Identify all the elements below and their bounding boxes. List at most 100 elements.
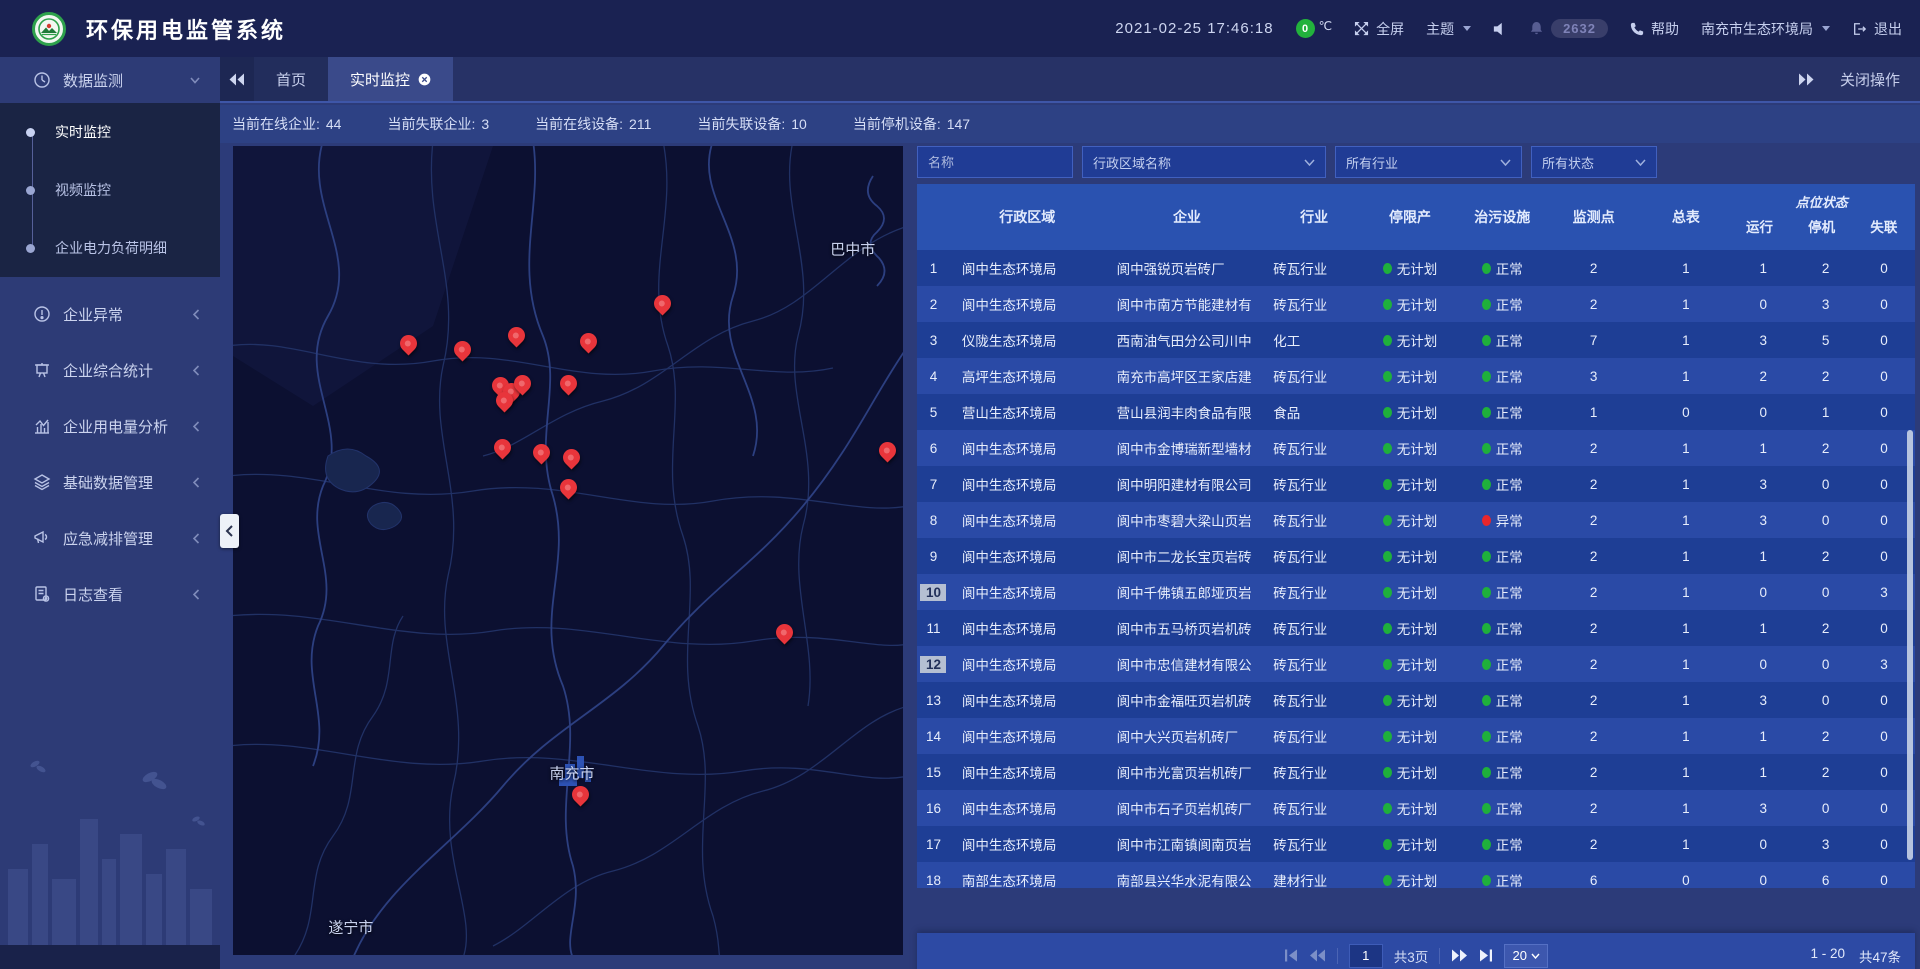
status-filter-select[interactable]: 所有状态 xyxy=(1531,146,1657,178)
mute-button[interactable] xyxy=(1493,22,1507,36)
notifications[interactable]: 2632 xyxy=(1529,19,1608,38)
theme-dropdown[interactable]: 主题 xyxy=(1426,19,1471,39)
table-row-11[interactable]: 12 阆中生态环境局 阆中市忠信建材有限公 砖瓦行业 无计划 正常 2 1 0 … xyxy=(917,646,1915,682)
status-dot-green-icon xyxy=(1383,263,1392,274)
cell-stopped: 0 xyxy=(1798,585,1853,600)
stat-item-3: 当前失联设备 10 xyxy=(697,114,806,134)
layers-icon xyxy=(33,473,51,491)
cell-industry: 砖瓦行业 xyxy=(1269,582,1359,602)
sidebar-item-1[interactable]: 企业异常 xyxy=(0,286,220,342)
sidebar-subitem-0[interactable]: 实时监控 xyxy=(0,103,220,161)
table-row-3[interactable]: 4 高坪生态环境局 南充市高坪区王家店建 砖瓦行业 无计划 正常 3 1 2 2… xyxy=(917,358,1915,394)
exit-icon xyxy=(1852,22,1867,36)
tabs-scroll-left-button[interactable] xyxy=(220,57,254,101)
cell-company: 阆中市忠信建材有限公 xyxy=(1105,654,1270,674)
status-dot-red-icon xyxy=(1482,515,1491,526)
prev-page-button[interactable] xyxy=(1309,949,1326,962)
table-row-2[interactable]: 3 仪陇生态环境局 西南油气田分公司川中 化工 无计划 正常 7 1 3 5 0 xyxy=(917,322,1915,358)
cell-stopped: 2 xyxy=(1798,621,1853,636)
cell-stopped: 6 xyxy=(1798,873,1853,888)
cell-total-meters: 1 xyxy=(1643,585,1728,600)
megaphone-icon xyxy=(33,529,51,547)
last-page-button[interactable] xyxy=(1479,949,1493,962)
table-row-17[interactable]: 18 南部生态环境局 南部县兴华水泥有限公 建材行业 无计划 正常 6 0 0 … xyxy=(917,862,1915,888)
table-row-13[interactable]: 14 阆中生态环境局 阆中大兴页岩机砖厂 砖瓦行业 无计划 正常 2 1 1 2… xyxy=(917,718,1915,754)
sidebar-item-4[interactable]: 基础数据管理 xyxy=(0,454,220,510)
table-row-6[interactable]: 7 阆中生态环境局 阆中明阳建材有限公司 砖瓦行业 无计划 正常 2 1 3 0… xyxy=(917,466,1915,502)
cell-stopped: 3 xyxy=(1798,297,1853,312)
cell-offline: 0 xyxy=(1853,333,1915,348)
col-facility: 治污设施 xyxy=(1461,184,1544,250)
status-dot-green-icon xyxy=(1482,479,1491,490)
user-org-dropdown[interactable]: 南充市生态环境局 xyxy=(1701,19,1830,39)
cell-total-meters: 1 xyxy=(1643,261,1728,276)
sidebar-item-3[interactable]: 企业用电量分析 xyxy=(0,398,220,454)
cell-industry: 砖瓦行业 xyxy=(1269,798,1359,818)
table-row-0[interactable]: 1 阆中生态环境局 阆中强锐页岩砖厂 砖瓦行业 无计划 正常 2 1 1 2 0 xyxy=(917,250,1915,286)
table-scrollbar[interactable] xyxy=(1907,430,1913,860)
logout-button[interactable]: 退出 xyxy=(1852,19,1902,39)
page-number-input[interactable]: 1 xyxy=(1349,944,1383,968)
table-row-5[interactable]: 6 阆中生态环境局 阆中市金博瑞新型墙材 砖瓦行业 无计划 正常 2 1 1 2… xyxy=(917,430,1915,466)
sidebar-subitem-1[interactable]: 视频监控 xyxy=(0,161,220,219)
name-filter-input[interactable] xyxy=(917,146,1073,178)
sidebar-item-5[interactable]: 应急减排管理 xyxy=(0,510,220,566)
cell-stopped: 2 xyxy=(1798,765,1853,780)
map-panel[interactable]: 巴中市南充市遂宁市 xyxy=(233,146,903,955)
prev-page-icon xyxy=(1309,949,1326,962)
table-row-12[interactable]: 13 阆中生态环境局 阆中市金福旺页岩机砖 砖瓦行业 无计划 正常 2 1 3 … xyxy=(917,682,1915,718)
cell-region: 阆中生态环境局 xyxy=(950,546,1105,566)
first-page-button[interactable] xyxy=(1284,949,1298,962)
cell-region: 南部生态环境局 xyxy=(950,870,1105,888)
sidebar-item-6[interactable]: 日志查看 xyxy=(0,566,220,622)
col-stop: 停机 xyxy=(1791,214,1853,250)
table-row-14[interactable]: 15 阆中生态环境局 阆中市光富页岩机砖厂 砖瓦行业 无计划 正常 2 1 1 … xyxy=(917,754,1915,790)
cell-offline: 0 xyxy=(1853,549,1915,564)
cell-offline: 0 xyxy=(1853,729,1915,744)
next-page-button[interactable] xyxy=(1451,949,1468,962)
cell-monitor-points: 2 xyxy=(1544,441,1644,456)
sidebar-subitem-2[interactable]: 企业电力负荷明细 xyxy=(0,219,220,277)
tab-1[interactable]: 实时监控 xyxy=(328,57,453,101)
help-button[interactable]: 帮助 xyxy=(1630,19,1679,39)
close-operations-button[interactable]: 关闭操作 xyxy=(1840,69,1900,90)
cell-offline: 0 xyxy=(1853,297,1915,312)
status-dot-green-icon xyxy=(1482,443,1491,454)
status-dot-green-icon xyxy=(1482,803,1491,814)
cell-monitor-points: 2 xyxy=(1544,261,1644,276)
city-label-2: 遂宁市 xyxy=(328,916,373,937)
status-dot-green-icon xyxy=(1482,587,1491,598)
region-filter-select[interactable]: 行政区域名称 xyxy=(1082,146,1326,178)
sidebar-collapse-button[interactable] xyxy=(220,514,239,548)
industry-filter-select[interactable]: 所有行业 xyxy=(1335,146,1522,178)
table-row-15[interactable]: 16 阆中生态环境局 阆中市石子页岩机砖厂 砖瓦行业 无计划 正常 2 1 3 … xyxy=(917,790,1915,826)
cell-running: 2 xyxy=(1728,369,1798,384)
city-silhouette-decor xyxy=(0,749,220,949)
sidebar-item-0[interactable]: 数据监测 xyxy=(0,57,220,103)
cell-total-meters: 1 xyxy=(1643,297,1728,312)
table-header: 行政区域 企业 行业 停限产 治污设施 监测点 总表 点位状态 运行 停机 失联 xyxy=(917,184,1915,250)
table-row-7[interactable]: 8 阆中生态环境局 阆中市枣碧大梁山页岩 砖瓦行业 无计划 异常 2 1 3 0… xyxy=(917,502,1915,538)
table-row-1[interactable]: 2 阆中生态环境局 阆中市南方节能建材有 砖瓦行业 无计划 正常 2 1 0 3… xyxy=(917,286,1915,322)
chevron-down-icon xyxy=(1531,953,1540,959)
sidebar-item-2[interactable]: 企业综合统计 xyxy=(0,342,220,398)
chart-icon xyxy=(33,417,51,435)
cell-stopped: 0 xyxy=(1798,513,1853,528)
table-row-9[interactable]: 10 阆中生态环境局 阆中千佛镇五郎垭页岩 砖瓦行业 无计划 正常 2 1 0 … xyxy=(917,574,1915,610)
chevron-left-icon xyxy=(193,365,200,376)
fullscreen-button[interactable]: 全屏 xyxy=(1354,19,1404,39)
page-size-select[interactable]: 20 xyxy=(1504,944,1548,968)
cell-company: 阆中市金福旺页岩机砖 xyxy=(1105,690,1270,710)
table-row-8[interactable]: 9 阆中生态环境局 阆中市二龙长宝页岩砖 砖瓦行业 无计划 正常 2 1 1 2… xyxy=(917,538,1915,574)
table-row-10[interactable]: 11 阆中生态环境局 阆中市五马桥页岩机砖 砖瓦行业 无计划 正常 2 1 1 … xyxy=(917,610,1915,646)
table-row-4[interactable]: 5 营山生态环境局 营山县润丰肉食品有限 食品 无计划 正常 1 0 0 1 0 xyxy=(917,394,1915,430)
table-row-16[interactable]: 17 阆中生态环境局 阆中市江南镇阆南页岩 砖瓦行业 无计划 正常 2 1 0 … xyxy=(917,826,1915,862)
tab-0[interactable]: 首页 xyxy=(254,57,328,101)
main-area: 首页 实时监控 关闭操作 当前在线企业 44 当前失联企业 3 当前在线设备 2… xyxy=(220,57,1920,969)
cell-running: 0 xyxy=(1728,657,1798,672)
col-group-point-status: 点位状态 运行 停机 失联 xyxy=(1728,184,1915,250)
stat-item-0: 当前在线企业 44 xyxy=(232,114,341,134)
chevron-down-icon xyxy=(190,77,200,84)
tabs-scroll-right-button[interactable] xyxy=(1798,73,1814,86)
cell-monitor-points: 6 xyxy=(1544,873,1644,888)
